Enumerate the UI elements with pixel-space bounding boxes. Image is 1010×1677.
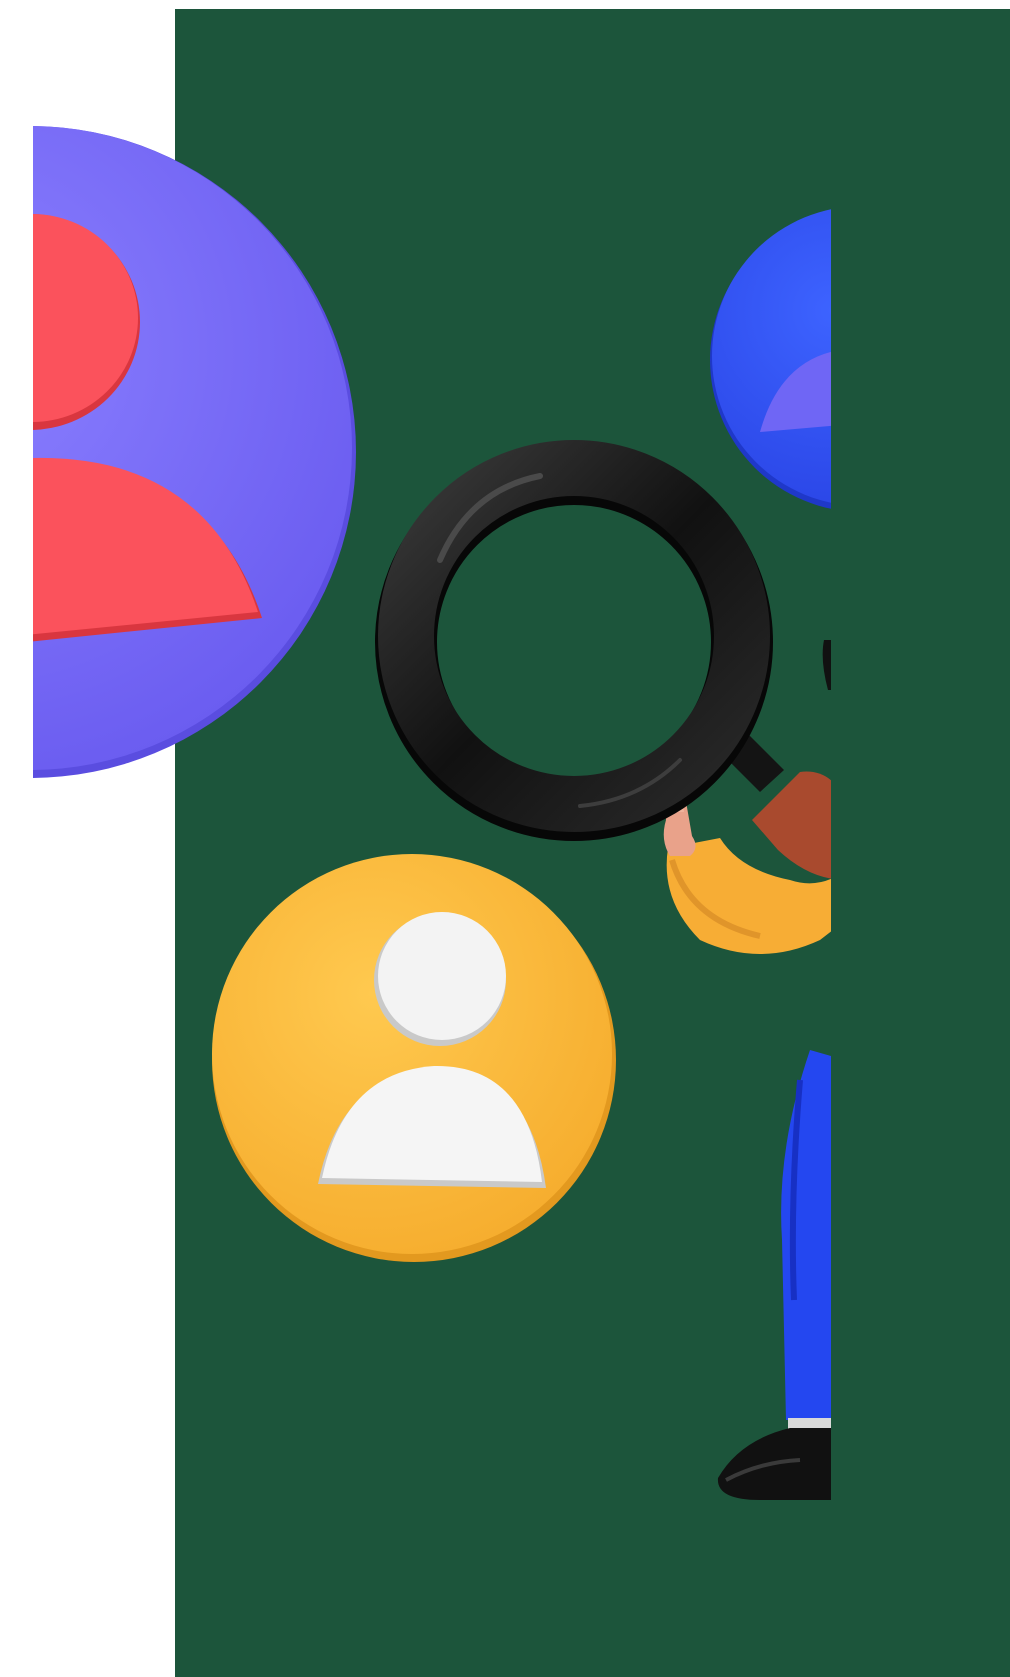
purple-user-avatar-icon bbox=[33, 126, 356, 778]
image-canvas bbox=[0, 0, 1010, 1677]
yellow-user-avatar-icon bbox=[212, 854, 616, 1262]
blue-user-avatar-icon bbox=[710, 209, 831, 509]
3d-user-search-illustration bbox=[33, 126, 831, 1500]
magnifying-glass-icon bbox=[375, 440, 773, 841]
